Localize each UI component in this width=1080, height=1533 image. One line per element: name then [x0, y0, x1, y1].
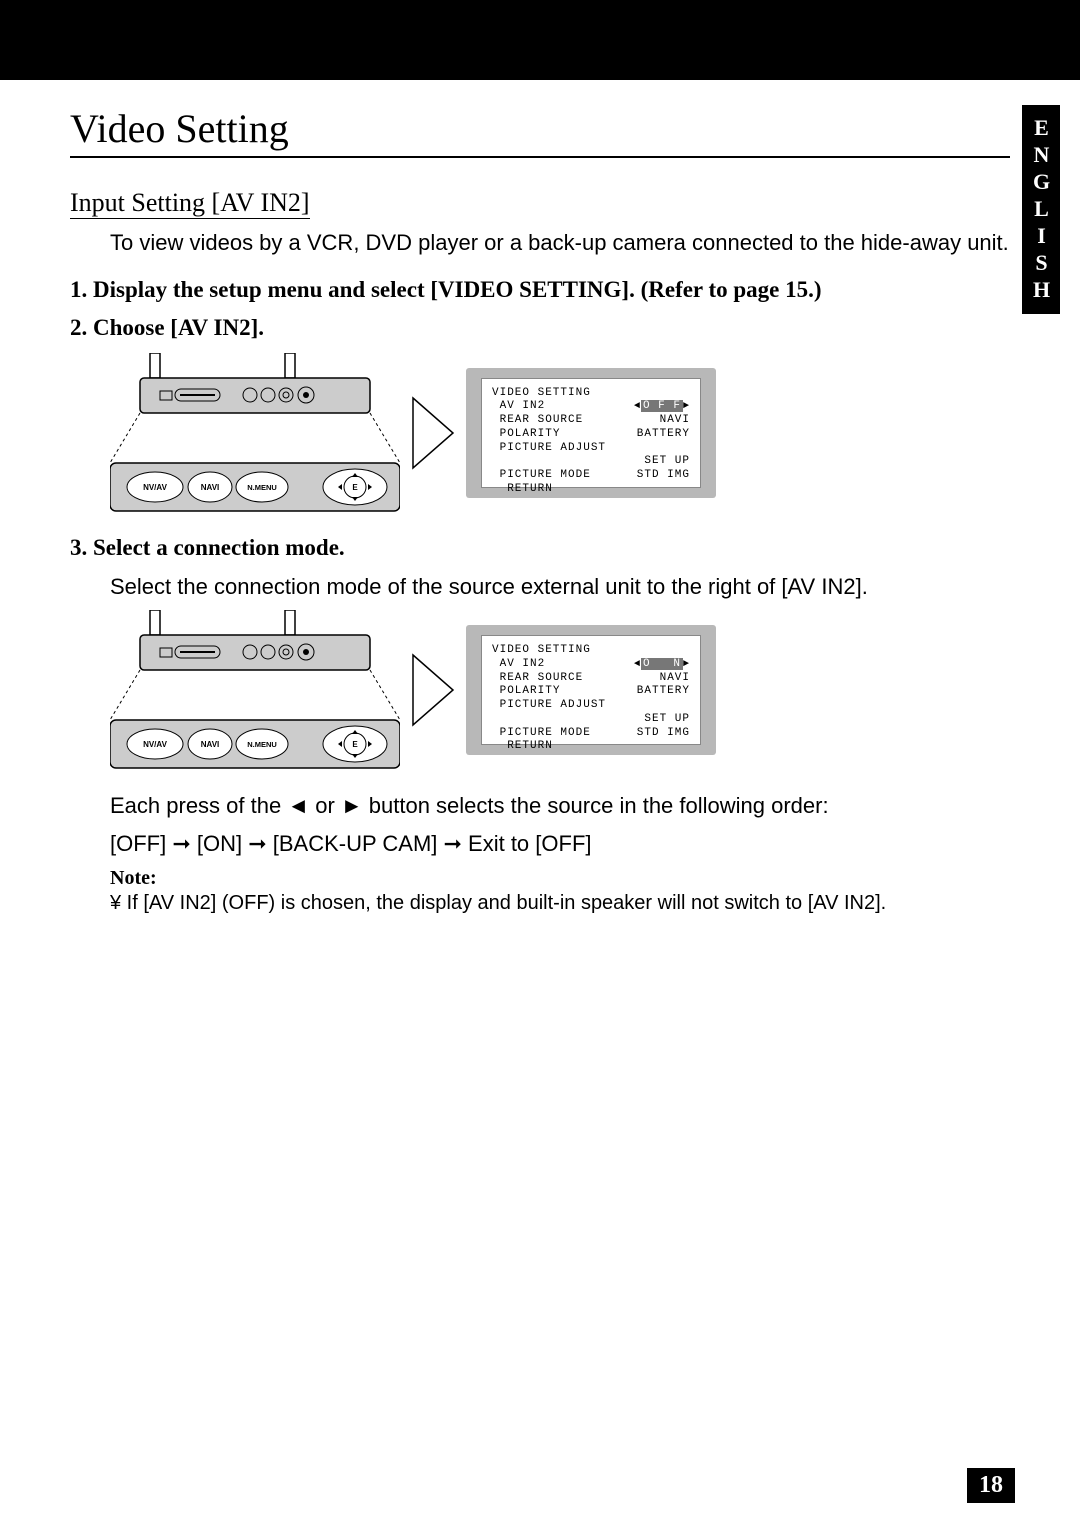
intro-text: To view videos by a VCR, DVD player or a… — [110, 229, 1010, 257]
diagram-row-1: NV/AV NAVI N.MENU E VIDEO SETTING AV IN2… — [110, 353, 1010, 513]
nmenu-button-label: N.MENU — [247, 483, 277, 492]
section-heading: Input Setting [AV IN2] — [70, 188, 310, 219]
diagram-row-2: NV/AV NAVI N.MENU E VIDEO SETTING AV IN2… — [110, 610, 1010, 770]
osd-screen-1: VIDEO SETTING AV IN2◄O F F► REAR SOURCEN… — [466, 368, 716, 498]
top-black-bar — [0, 0, 1080, 80]
navi-button-label: NAVI — [201, 483, 220, 492]
sequence-line-1: Each press of the ◄ or ► button selects … — [110, 792, 1010, 820]
menu-title: VIDEO SETTING — [492, 644, 690, 658]
page-title: Video Setting — [70, 105, 1010, 152]
note-label: Note: — [110, 867, 1010, 890]
svg-text:E: E — [352, 740, 358, 749]
nvav-button-label: NV/AV — [143, 483, 168, 492]
step-1: 1. Display the setup menu and select [VI… — [70, 277, 1010, 303]
page-number: 18 — [967, 1468, 1015, 1503]
step-2: 2. Choose [AV IN2]. — [70, 315, 1010, 341]
svg-text:NV/AV: NV/AV — [143, 740, 168, 749]
arrow-connector-2 — [408, 650, 458, 730]
note-text: ¥ If [AV IN2] (OFF) is chosen, the displ… — [110, 890, 1010, 916]
menu-title: VIDEO SETTING — [492, 387, 690, 401]
e-button-label: E — [352, 483, 358, 492]
osd-screen-2: VIDEO SETTING AV IN2◄O N► REAR SOURCENAV… — [466, 625, 716, 755]
arrow-connector-1 — [408, 393, 458, 473]
svg-text:N.MENU: N.MENU — [247, 740, 277, 749]
step-3: 3. Select a connection mode. — [70, 535, 1010, 561]
step-3-sub: Select the connection mode of the source… — [110, 573, 1010, 601]
title-rule: Video Setting — [70, 105, 1010, 158]
device-illustration-2: NV/AV NAVI N.MENU E — [110, 610, 400, 770]
sequence-line-2: [OFF] ➞ [ON] ➞ [BACK-UP CAM] ➞ Exit to [… — [110, 830, 1010, 858]
svg-text:NAVI: NAVI — [201, 740, 220, 749]
device-illustration-1: NV/AV NAVI N.MENU E — [110, 353, 400, 513]
